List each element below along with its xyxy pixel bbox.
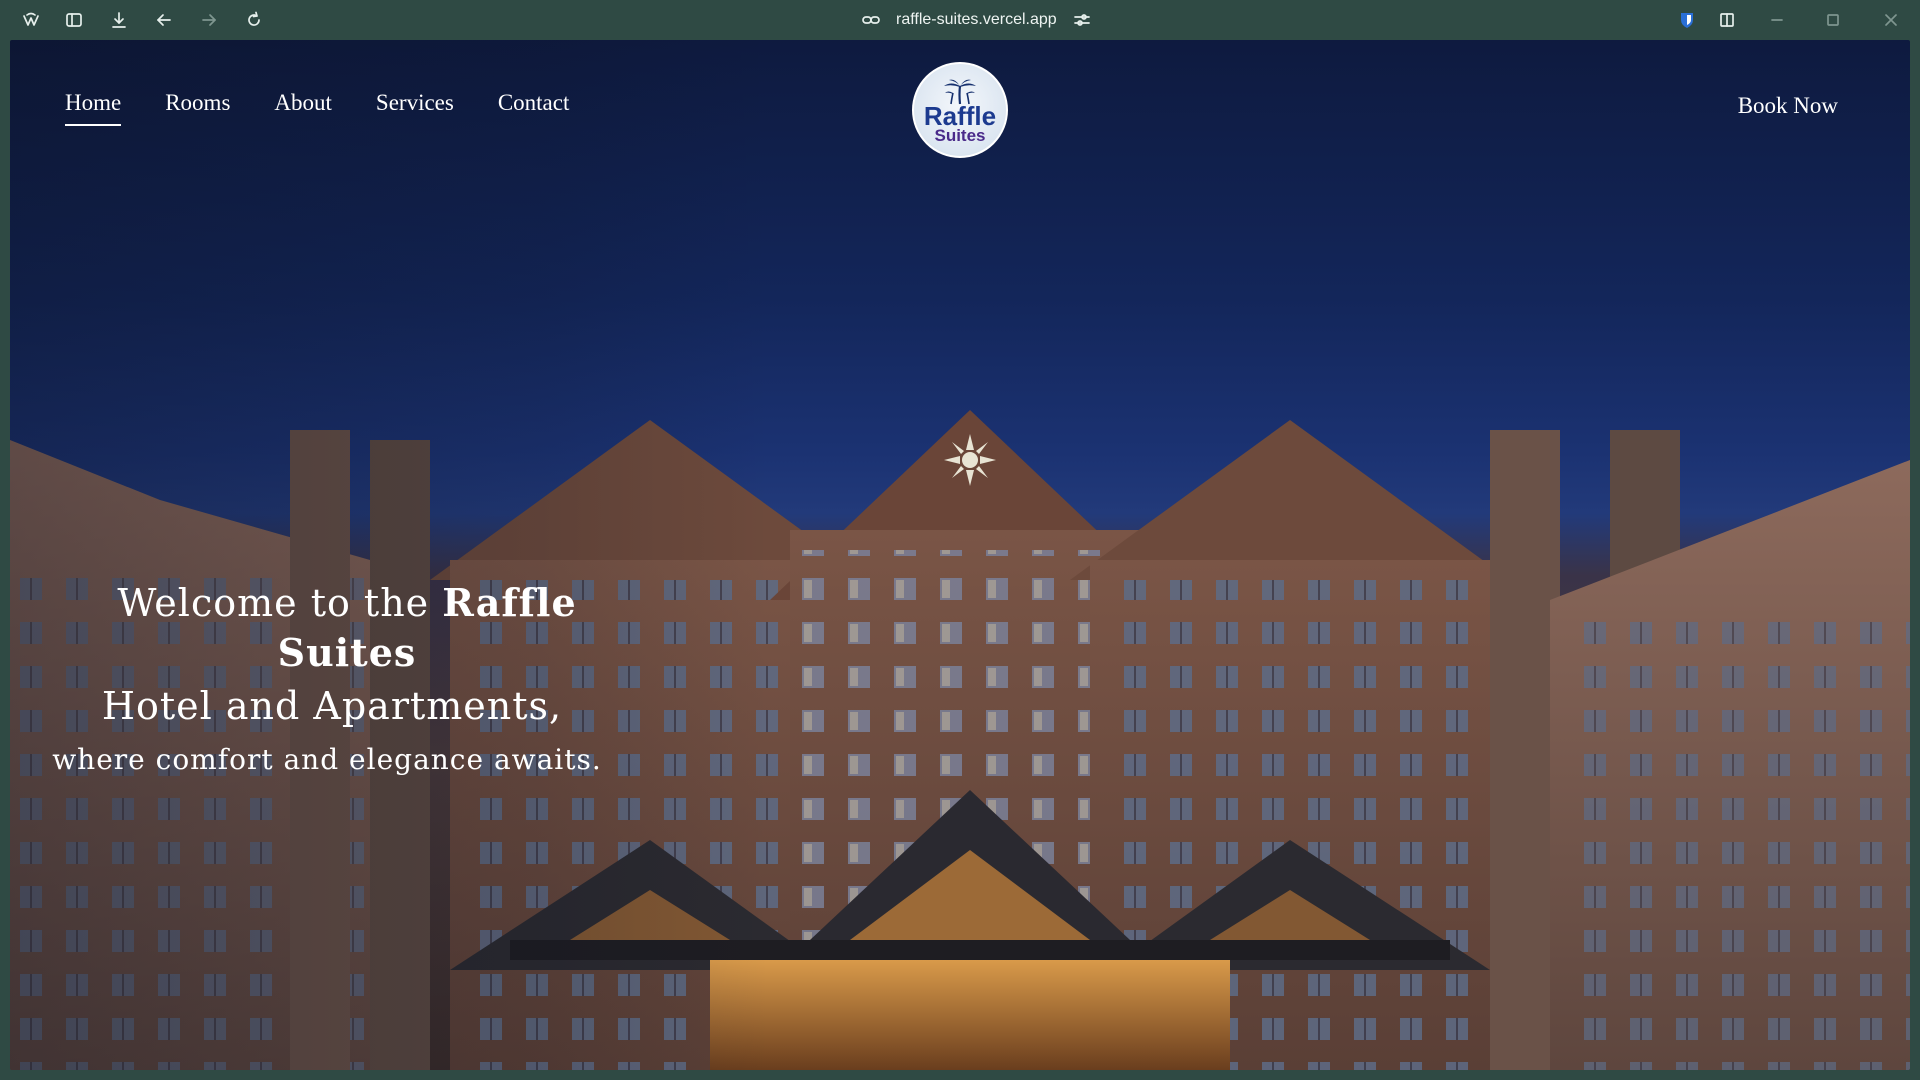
close-icon[interactable]: [1880, 9, 1902, 31]
nav-rooms[interactable]: Rooms: [165, 90, 230, 126]
sidebar-toggle-icon[interactable]: [63, 9, 85, 31]
site-logo[interactable]: Raffle Suites: [912, 62, 1008, 158]
nav-services[interactable]: Services: [376, 90, 454, 126]
hero-prefix: Welcome to the: [117, 581, 443, 625]
hero-tagline: where comfort and elegance awaits.: [52, 743, 602, 776]
back-icon[interactable]: [153, 9, 175, 31]
forward-icon[interactable]: [198, 9, 220, 31]
hero-heading: Welcome to the Raffle Suites: [42, 578, 652, 678]
nav-contact[interactable]: Contact: [498, 90, 570, 126]
url-text[interactable]: raffle-suites.vercel.app: [896, 11, 1057, 29]
nav-home[interactable]: Home: [65, 90, 122, 126]
maximize-icon[interactable]: [1822, 9, 1844, 31]
bitwarden-shield-icon[interactable]: [1676, 9, 1698, 31]
browser-toolbar: raffle-suites.vercel.app: [0, 0, 1920, 40]
logo-line-2: Suites: [934, 126, 986, 145]
reload-icon[interactable]: [243, 9, 265, 31]
hero-subheading: Hotel and Apartments,: [101, 684, 563, 728]
logo-line-1: Raffle: [923, 101, 997, 131]
link-icon: [860, 9, 882, 31]
main-nav: Home Rooms About Services Contact: [65, 90, 569, 126]
download-icon[interactable]: [108, 9, 130, 31]
page-viewport: Home Rooms About Services Contact Raffle…: [10, 40, 1910, 1070]
book-now-link[interactable]: Book Now: [1738, 93, 1838, 119]
hotel-background-image: [10, 410, 1910, 1070]
nav-about[interactable]: About: [274, 90, 332, 126]
minimize-icon[interactable]: [1766, 9, 1788, 31]
address-bar[interactable]: raffle-suites.vercel.app: [860, 8, 1093, 32]
hero-text: Welcome to the Raffle Suites Hotel and A…: [42, 578, 652, 786]
app-logo-icon[interactable]: [20, 9, 42, 31]
split-view-icon[interactable]: [1716, 9, 1738, 31]
site-settings-icon[interactable]: [1071, 9, 1093, 31]
